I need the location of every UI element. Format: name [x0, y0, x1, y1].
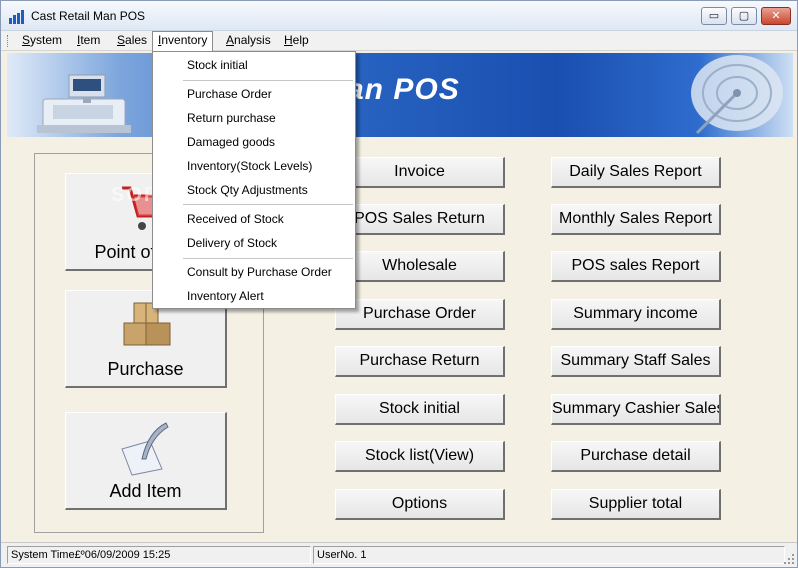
purchase-detail-button[interactable]: Purchase detail [551, 441, 721, 472]
toolbar-grip-icon [7, 35, 10, 47]
options-button[interactable]: Options [335, 489, 505, 520]
menu-item-label: tem [80, 33, 101, 47]
quill-paper-icon [121, 422, 169, 476]
menu-analysis-label: nalysis [234, 33, 271, 47]
header-banner: an POS [7, 53, 793, 137]
purchase-return-button[interactable]: Purchase Return [335, 346, 505, 377]
menu-sales-label: ales [125, 33, 148, 47]
pos-sales-return-button[interactable]: POS Sales Return [335, 204, 505, 235]
menu-help-mnemonic: H [284, 33, 293, 47]
menu-system-mnemonic: S [22, 33, 31, 47]
menu-sales-mnemonic: S [117, 33, 126, 47]
menuitem-consult-by-purchase-order[interactable]: Consult by Purchase Order [153, 261, 355, 283]
close-button[interactable]: ✕ [761, 7, 791, 25]
title-bar[interactable]: Cast Retail Man POS ▭ ▢ ✕ [1, 1, 797, 31]
menu-inventory[interactable]: Inventory [152, 31, 214, 51]
cash-register-icon [37, 74, 131, 133]
menuitem-stock-initial[interactable]: Stock initial [153, 54, 355, 76]
purchase-order-button[interactable]: Purchase Order [335, 299, 505, 330]
stock-initial-button[interactable]: Stock initial [335, 394, 505, 425]
menu-analysis-mnemonic: A [226, 33, 235, 47]
menu-separator [183, 204, 353, 205]
menu-sales[interactable]: Sales [112, 31, 152, 51]
menu-help[interactable]: Help [279, 31, 314, 51]
banner-title: an POS [347, 73, 460, 106]
menuitem-purchase-order[interactable]: Purchase Order [153, 83, 355, 105]
pos-sales-report-button[interactable]: POS sales Report [551, 251, 721, 282]
menu-bar: System Item Sales Inventory Analysis Hel… [1, 31, 797, 51]
monthly-sales-report-button[interactable]: Monthly Sales Report [551, 204, 721, 235]
summary-cashier-sales-button[interactable]: Summary Cashier Sales [551, 394, 721, 425]
user-number-status: UserNo. 1 [313, 546, 785, 564]
menuitem-inventory-alert[interactable]: Inventory Alert [153, 285, 355, 307]
menu-system-label: ystem [30, 33, 63, 47]
summary-income-button[interactable]: Summary income [551, 299, 721, 330]
menuitem-inventory-stock-levels[interactable]: Inventory(Stock Levels) [153, 155, 355, 177]
app-window: Cast Retail Man POS ▭ ▢ ✕ System Item Sa… [0, 0, 798, 568]
invoice-button[interactable]: Invoice [335, 157, 505, 188]
purchase-label: Purchase [107, 359, 184, 379]
menu-system[interactable]: System [17, 31, 67, 51]
stock-list-button[interactable]: Stock list(View) [335, 441, 505, 472]
menuitem-received-of-stock[interactable]: Received of Stock [153, 208, 355, 230]
supplier-total-button[interactable]: Supplier total [551, 489, 721, 520]
menu-analysis[interactable]: Analysis [221, 31, 276, 51]
menuitem-return-purchase[interactable]: Return purchase [153, 107, 355, 129]
wholesale-button[interactable]: Wholesale [335, 251, 505, 282]
app-bars-icon [9, 10, 24, 24]
minimize-button[interactable]: ▭ [701, 7, 727, 25]
system-time-status: System Time£º06/09/2009 15:25 [7, 546, 311, 564]
menuitem-damaged-goods[interactable]: Damaged goods [153, 131, 355, 153]
status-bar: System Time£º06/09/2009 15:25 UserNo. 1 [1, 542, 797, 567]
resize-grip-icon[interactable] [783, 553, 795, 565]
menuitem-delivery-of-stock[interactable]: Delivery of Stock [153, 232, 355, 254]
add-item-button[interactable]: Add Item [65, 412, 227, 510]
window-title: Cast Retail Man POS [31, 9, 146, 23]
menu-item[interactable]: Item [72, 31, 105, 51]
menu-inventory-label: nventory [161, 33, 208, 47]
inventory-dropdown-menu: Stock initial Purchase Order Return purc… [152, 51, 356, 309]
daily-sales-report-button[interactable]: Daily Sales Report [551, 157, 721, 188]
menu-help-label: elp [292, 33, 309, 47]
satellite-dish-icon [691, 55, 783, 135]
menu-separator [183, 80, 353, 81]
add-item-label: Add Item [109, 481, 182, 501]
summary-staff-sales-button[interactable]: Summary Staff Sales [551, 346, 721, 377]
maximize-button[interactable]: ▢ [731, 7, 757, 25]
menuitem-stock-qty-adjustments[interactable]: Stock Qty Adjustments [153, 179, 355, 201]
menu-separator [183, 258, 353, 259]
